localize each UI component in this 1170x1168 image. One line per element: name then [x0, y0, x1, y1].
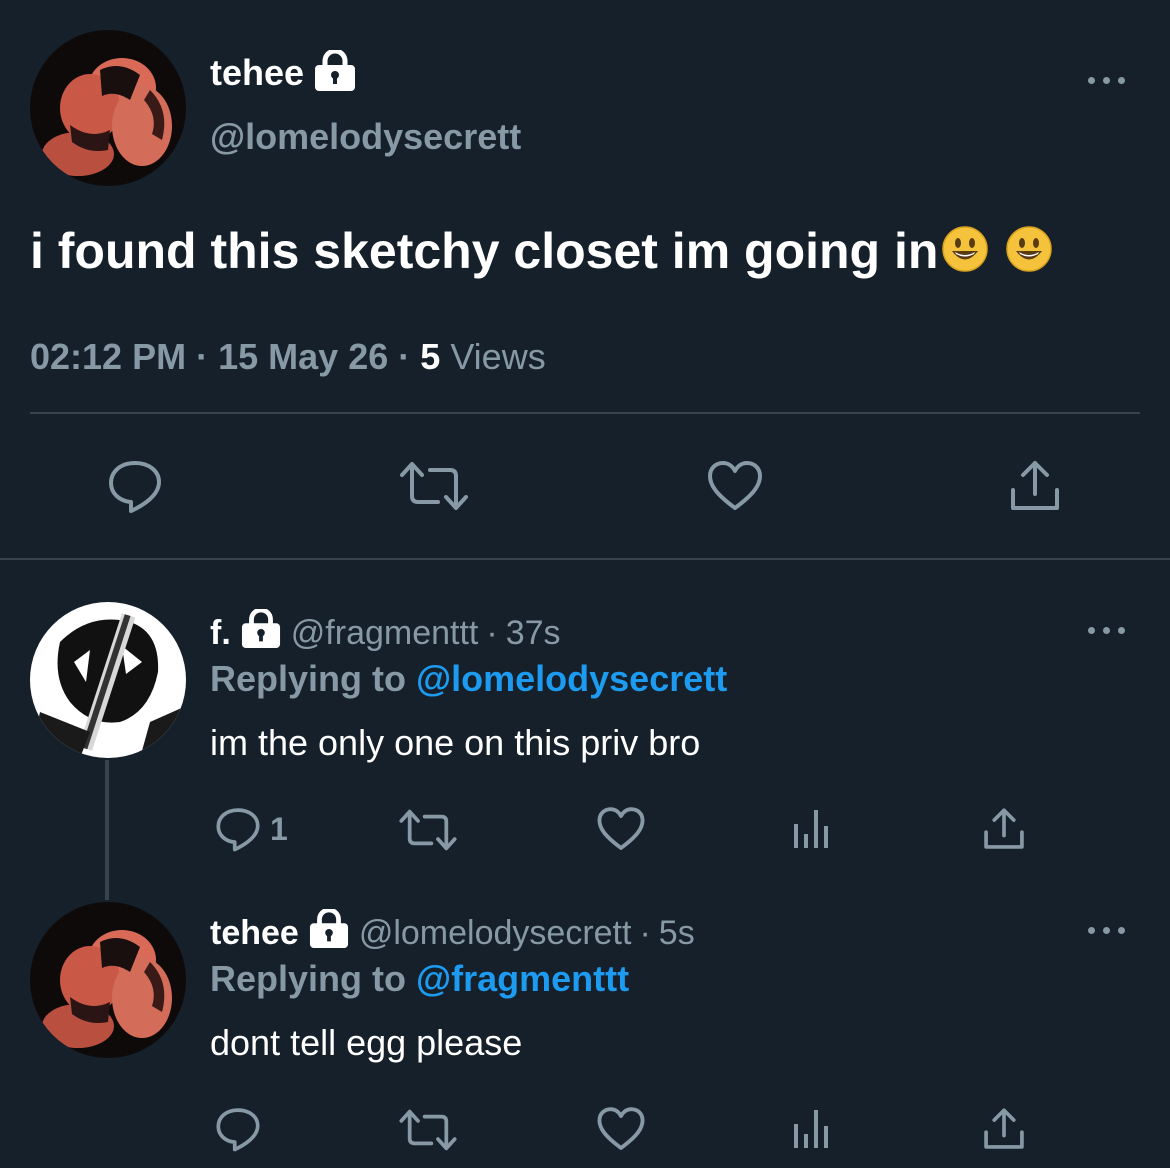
- main-date[interactable]: 15 May 26: [218, 336, 388, 377]
- reply1-text: im the only one on this priv bro: [210, 722, 701, 763]
- reply1-display-name[interactable]: f.: [210, 614, 231, 653]
- section-divider: [0, 558, 1170, 560]
- reply1-share-button[interactable]: [982, 806, 1026, 852]
- retweet-icon: [400, 462, 468, 510]
- reply2-reply-button[interactable]: [214, 1106, 262, 1152]
- reply2-analytics-button[interactable]: [792, 1106, 832, 1150]
- reply1-replying-label: Replying to: [210, 658, 406, 699]
- main-meta-row: 02:12 PM · 15 May 26 · 5 Views: [30, 336, 546, 378]
- reply2-like-button[interactable]: [596, 1106, 646, 1152]
- reply2-replying-row: Replying to @fragmenttt: [210, 958, 629, 1000]
- reply2-display-name[interactable]: tehee: [210, 914, 299, 953]
- reply-icon: [109, 461, 161, 513]
- reply1-header: f. @fragmenttt · 37s: [210, 607, 561, 658]
- views-label[interactable]: Views: [450, 336, 545, 377]
- reply1-like-button[interactable]: [596, 806, 646, 852]
- main-retweet-button[interactable]: [398, 460, 470, 512]
- like-icon: [597, 1107, 645, 1150]
- share-icon: [1011, 461, 1059, 510]
- main-display-name[interactable]: tehee: [210, 52, 304, 94]
- lock-icon: [307, 907, 351, 958]
- reply2-replying-label: Replying to: [210, 958, 406, 999]
- views-count[interactable]: 5: [420, 336, 440, 377]
- reply2-replying-to[interactable]: @fragmenttt: [416, 958, 629, 999]
- retweet-icon: [399, 809, 457, 851]
- reply2-more-button[interactable]: [1088, 922, 1128, 938]
- like-icon: [708, 461, 762, 510]
- share-icon: [984, 808, 1024, 849]
- reply1-analytics-button[interactable]: [792, 806, 832, 850]
- reply2-avatar[interactable]: [30, 902, 186, 1058]
- reply1-more-button[interactable]: [1088, 622, 1128, 638]
- reply1-replying-row: Replying to @lomelodysecrett: [210, 658, 727, 700]
- reply-icon: [216, 1108, 260, 1152]
- smiley-emoji: [942, 225, 989, 277]
- main-share-button[interactable]: [1008, 458, 1062, 514]
- reply2-handle[interactable]: @lomelodysecrett: [359, 914, 632, 953]
- lock-icon: [312, 48, 358, 97]
- main-handle[interactable]: @lomelodysecrett: [210, 116, 521, 158]
- meta-separator-2: ·: [398, 336, 411, 377]
- reply2-separator: ·: [639, 913, 651, 952]
- reply1-avatar[interactable]: [30, 602, 186, 758]
- reply2-retweet-button[interactable]: [398, 1108, 458, 1152]
- reply1-reply-count: 1: [270, 810, 288, 847]
- reply2-share-button[interactable]: [982, 1106, 1026, 1152]
- analytics-icon: [794, 1110, 828, 1148]
- main-display-name-row: tehee: [210, 48, 358, 97]
- retweet-icon: [399, 1109, 457, 1151]
- analytics-icon: [794, 810, 828, 848]
- reply2-age[interactable]: 5s: [659, 914, 695, 953]
- reply1-separator: ·: [486, 613, 498, 652]
- main-reply-button[interactable]: [106, 458, 164, 514]
- smiley-emoji-2: [1006, 225, 1053, 277]
- main-time[interactable]: 02:12 PM: [30, 336, 186, 377]
- meta-separator: ·: [196, 336, 209, 377]
- thread-line: [105, 760, 109, 900]
- reply1-reply-button[interactable]: 1: [214, 806, 288, 852]
- reply2-text: dont tell egg please: [210, 1022, 523, 1063]
- reply1-replying-to[interactable]: @lomelodysecrett: [416, 658, 727, 699]
- main-tweet-text: i found this sketchy closet im going in: [30, 223, 939, 279]
- reply-icon: [216, 808, 260, 852]
- main-like-button[interactable]: [706, 460, 764, 512]
- main-more-button[interactable]: [1088, 72, 1128, 88]
- reply1-handle[interactable]: @fragmenttt: [291, 614, 479, 653]
- main-divider: [30, 412, 1140, 414]
- main-avatar[interactable]: [30, 30, 186, 186]
- lock-icon: [239, 607, 283, 658]
- main-tweet-text-row: i found this sketchy closet im going in: [30, 222, 1053, 280]
- reply1-age[interactable]: 37s: [506, 614, 561, 653]
- share-icon: [984, 1108, 1024, 1149]
- reply2-header: tehee @lomelodysecrett · 5s: [210, 907, 695, 958]
- reply1-retweet-button[interactable]: [398, 808, 458, 852]
- like-icon: [597, 807, 645, 850]
